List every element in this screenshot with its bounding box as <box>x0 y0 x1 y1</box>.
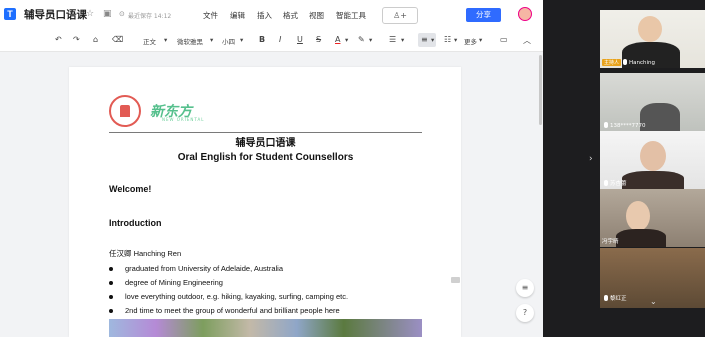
participant-label: 138****7770 <box>602 122 646 129</box>
participant-label: 黎红正 <box>602 294 627 302</box>
comment-icon[interactable]: ▭ <box>500 35 508 44</box>
chevron-down-icon: ▾ <box>240 36 244 44</box>
star-icon[interactable]: ☆ <box>86 9 94 19</box>
participant-label: 苏杏蕾 <box>602 179 627 187</box>
check-circle-icon: ⊙ <box>119 10 125 18</box>
mic-icon <box>604 295 608 301</box>
participant-video <box>626 201 650 231</box>
font-select[interactable]: 微软雅黑 <box>177 36 203 46</box>
menu-view[interactable]: 视图 <box>309 10 324 21</box>
clear-format-icon[interactable]: ⌫ <box>112 35 123 44</box>
mic-icon <box>604 122 608 128</box>
participant-name: 138****7770 <box>610 123 646 129</box>
participant-name: 苏杏蕾 <box>610 181 627 187</box>
video-tile[interactable]: 冯宇晴 <box>600 189 705 247</box>
paragraph-marker-icon[interactable] <box>451 277 460 283</box>
vertical-scrollbar[interactable] <box>539 55 542 125</box>
chevron-down-icon[interactable]: ⌄ <box>650 297 657 306</box>
save-status: 最近保存 14:12 <box>128 13 172 20</box>
format-toolbar: ↶ ↷ ⌂ ⌫ 正文 ▾ 微软雅黑 ▾ 小四 ▾ B I U S A ▾ ✎ ▾… <box>0 29 543 52</box>
participant-name: 黎红正 <box>610 296 627 302</box>
format-painter-icon[interactable]: ⌂ <box>93 35 98 44</box>
chevron-down-icon: ▾ <box>369 36 373 44</box>
welcome-heading[interactable]: Welcome! <box>109 184 151 194</box>
menu-format[interactable]: 格式 <box>283 10 298 21</box>
host-badge: 主持人 <box>602 59 622 66</box>
add-collaborator-label: + <box>400 11 407 20</box>
bullet-icon <box>109 309 113 313</box>
chevron-down-icon: ▾ <box>164 36 168 44</box>
brand-seal-logo <box>109 95 141 127</box>
menu-insert[interactable]: 插入 <box>257 10 272 21</box>
ordered-list-icon[interactable]: ☷ <box>444 35 451 44</box>
font-size-select[interactable]: 小四 <box>222 36 235 46</box>
chevron-down-icon: ▾ <box>431 36 435 44</box>
folder-icon[interactable]: ▣ <box>103 9 112 19</box>
redo-icon[interactable]: ↷ <box>73 35 80 44</box>
collapse-toolbar-icon[interactable]: ︿ <box>523 35 531 46</box>
underline-button[interactable]: U <box>297 35 303 44</box>
embedded-photo[interactable] <box>109 319 422 337</box>
highlight-icon[interactable]: ✎ <box>358 35 365 44</box>
doc-title-en[interactable]: Oral English for Student Counsellors <box>0 152 531 163</box>
participant-video-body <box>616 229 666 247</box>
more-button[interactable]: 更多 <box>464 36 477 46</box>
video-tile[interactable]: 138****7770 <box>600 73 705 131</box>
chevron-down-icon: ▾ <box>454 36 458 44</box>
outline-button[interactable]: ≡ <box>516 279 534 297</box>
document-editor: T 辅导员口语课 ☆ ▣ ⊙ 最近保存 14:12 文件 编辑 插入 格式 视图… <box>0 0 543 337</box>
list-icon[interactable]: ≡ <box>421 35 428 44</box>
strikethrough-button[interactable]: S <box>316 35 321 44</box>
list-item-text: degree of Mining Engineering <box>125 278 223 287</box>
list-item-text: love everything outdoor, e.g. hiking, ka… <box>125 292 349 301</box>
participant-label: 主持人 Hanching <box>602 59 655 66</box>
list-item-text: graduated from University of Adelaide, A… <box>125 264 284 273</box>
participant-label: 冯宇晴 <box>602 237 619 245</box>
undo-icon[interactable]: ↶ <box>55 35 62 44</box>
style-select[interactable]: 正文 <box>143 36 156 46</box>
share-button[interactable]: 分享 <box>466 8 501 22</box>
doc-title-cn[interactable]: 辅导员口语课 <box>0 134 531 149</box>
app-logo-icon[interactable]: T <box>4 8 16 20</box>
bullet-icon <box>109 295 113 299</box>
bold-button[interactable]: B <box>259 35 265 44</box>
participant-video <box>640 103 680 131</box>
participant-name: 冯宇晴 <box>602 239 619 245</box>
mic-icon <box>604 180 608 186</box>
chevron-down-icon: ▾ <box>210 36 214 44</box>
outline-icon: ≡ <box>521 283 529 292</box>
add-collaborator-button[interactable]: ♙+ <box>382 7 418 24</box>
document-title[interactable]: 辅导员口语课 <box>24 7 87 22</box>
bullet-icon <box>109 267 113 271</box>
title-bar: T 辅导员口语课 ☆ ▣ ⊙ 最近保存 14:12 文件 编辑 插入 格式 视图… <box>0 0 543 29</box>
mic-icon <box>623 59 628 65</box>
video-tile[interactable]: 主持人 Hanching <box>600 10 705 68</box>
help-button[interactable]: ? <box>516 304 534 322</box>
brand-logo-subtext: NEW ORIENTAL <box>162 117 205 122</box>
introduction-heading[interactable]: Introduction <box>109 218 162 228</box>
font-color-button[interactable]: A <box>335 35 340 44</box>
chevron-down-icon: ▾ <box>479 36 483 44</box>
participant-name: Hanching <box>629 60 656 66</box>
name-line[interactable]: 任汉卿 Hanching Ren <box>109 248 181 259</box>
video-tile[interactable]: 苏杏蕾 <box>600 131 705 189</box>
collapse-icon[interactable]: › <box>589 154 593 164</box>
menu-edit[interactable]: 编辑 <box>230 10 245 21</box>
menu-file[interactable]: 文件 <box>203 10 218 21</box>
list-item-text: 2nd time to meet the group of wonderful … <box>125 306 340 315</box>
align-icon[interactable]: ☰ <box>389 35 396 44</box>
italic-button[interactable]: I <box>279 35 281 44</box>
avatar[interactable] <box>518 7 532 21</box>
bullet-icon <box>109 281 113 285</box>
chevron-down-icon: ▾ <box>345 36 349 44</box>
chevron-down-icon: ▾ <box>401 36 405 44</box>
participant-video <box>640 141 666 171</box>
participant-video <box>638 16 662 42</box>
header-rule <box>109 132 422 133</box>
participant-video-body <box>622 171 684 189</box>
menu-smart-tools[interactable]: 智能工具 <box>336 10 366 21</box>
